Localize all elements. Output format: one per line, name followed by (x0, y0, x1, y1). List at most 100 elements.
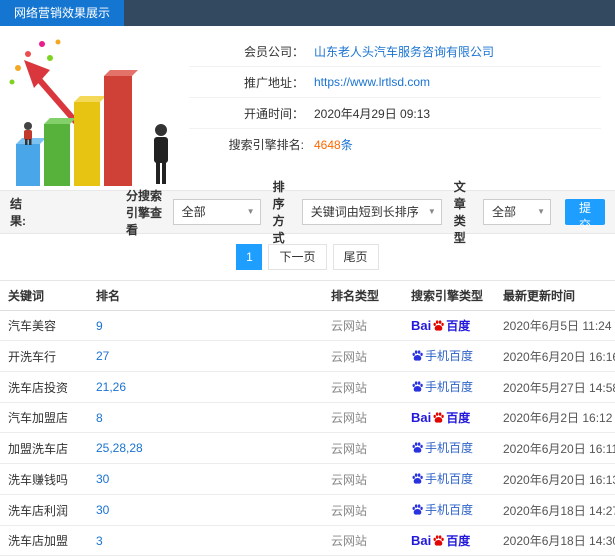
ranking-count-label: 搜索引擎排名: (228, 138, 304, 152)
engine-select[interactable]: 全部 ▼ (172, 199, 261, 225)
updated-cell: 2020年6月18日 14:30 (495, 525, 615, 556)
next-page-button[interactable]: 下一页 (268, 244, 327, 270)
mobile-baidu-label: 手机百度 (425, 503, 474, 517)
keyword-cell: 汽车加盟店 (0, 402, 88, 433)
rank-cell: 8 (88, 402, 323, 433)
info-section: 会员公司： 山东老人头汽车服务咨询有限公司 推广地址： https://www.… (0, 26, 615, 190)
baidu-logo-cn-text: 百度 (446, 534, 471, 548)
updated-cell: 2020年6月20日 16:13 (495, 463, 615, 495)
promotion-url-link[interactable]: https://www.lrtlsd.com (314, 75, 430, 89)
keyword-cell: 洗车赚钱吗 (0, 463, 88, 495)
table-row: 汽车美容 9 云网站 Bai 百度 2020年6月5日 11:24 (0, 310, 615, 341)
member-company-label: 会员公司： (243, 44, 304, 59)
chevron-down-icon: ▼ (427, 207, 436, 216)
updated-cell: 2020年6月20日 16:11 (495, 432, 615, 464)
baidu-logo-text: Bai (411, 318, 432, 333)
rank-link[interactable]: 25,28,28 (96, 441, 143, 455)
ranking-count-value: 4648条 (314, 136, 353, 153)
updated-cell: 2020年6月20日 16:16 (495, 340, 615, 372)
updated-cell: 2020年6月18日 14:27 (495, 494, 615, 526)
baidu-logo-cn-text: 百度 (446, 411, 471, 425)
engine-cell: 手机百度 (403, 371, 495, 403)
page-title: 网络营销效果展示 (0, 0, 125, 26)
rank-type-cell: 云网站 (323, 494, 403, 526)
ranking-count-number: 4648 (314, 138, 341, 152)
pagination: 1 下一页 尾页 (0, 234, 615, 280)
keyword-cell: 加盟洗车店 (0, 432, 88, 464)
keyword-cell: 汽车美容 (0, 310, 88, 341)
table-row: 加盟洗车店 25,28,28 云网站 手机百度 2020年6月20日 16:11 (0, 432, 615, 464)
ranking-count-row: 搜索引擎排名: 4648条 (189, 129, 601, 160)
table-row: 开洗车行 27 云网站 手机百度 2020年6月20日 16:16 (0, 340, 615, 372)
member-company-link[interactable]: 山东老人头汽车服务咨询有限公司 (314, 43, 494, 60)
baidu-mobile-logo: 手机百度 (411, 347, 473, 364)
rank-header: 排名 (88, 280, 323, 311)
engine-cell: Bai 百度 (403, 525, 495, 556)
updated-time-header: 最新更新时间 (495, 280, 615, 311)
rank-link[interactable]: 8 (96, 411, 103, 425)
rank-type-cell: 云网站 (323, 463, 403, 495)
promotion-url-row: 推广地址： https://www.lrtlsd.com (189, 67, 601, 98)
table-row: 洗车店加盟 3 云网站 Bai 百度 2020年6月18日 14:30 (0, 525, 615, 556)
engine-type-header: 搜索引擎类型 (403, 280, 495, 311)
baidu-mobile-logo: 手机百度 (411, 501, 473, 518)
baidu-mobile-logo: 手机百度 (411, 378, 473, 395)
rank-link[interactable]: 30 (96, 472, 109, 486)
rank-link[interactable]: 27 (96, 349, 109, 363)
chevron-down-icon: ▼ (537, 207, 545, 216)
marketing-chart-illustration (4, 30, 189, 188)
member-company-row: 会员公司： 山东老人头汽车服务咨询有限公司 (189, 36, 601, 67)
sort-filter-label: 排序方式 (272, 180, 285, 245)
rank-type-cell: 云网站 (323, 371, 403, 403)
rank-cell: 30 (88, 463, 323, 495)
baidu-mobile-logo: 手机百度 (411, 470, 473, 487)
last-page-button[interactable]: 尾页 (332, 244, 379, 270)
updated-cell: 2020年5月27日 14:58 (495, 371, 615, 403)
open-time-value: 2020年4月29日 09:13 (314, 106, 431, 121)
chevron-down-icon: ▼ (246, 207, 255, 216)
bar-chart-growth-icon (9, 39, 168, 186)
member-info-list: 会员公司： 山东老人头汽车服务咨询有限公司 推广地址： https://www.… (189, 30, 605, 188)
baidu-logo-text: Bai (411, 533, 432, 548)
rank-link[interactable]: 9 (96, 319, 103, 333)
mobile-baidu-paw-icon (412, 504, 423, 515)
rank-type-cell: 云网站 (323, 402, 403, 433)
mobile-baidu-label: 手机百度 (425, 380, 474, 394)
updated-cell: 2020年6月5日 11:24 (495, 310, 615, 341)
promotion-url-label: 推广地址： (243, 75, 304, 90)
mobile-baidu-paw-icon (412, 350, 423, 361)
submit-button[interactable]: 提交 (564, 199, 605, 232)
baidu-logo-text: Bai (411, 410, 432, 425)
table-row: 洗车店利润 30 云网站 手机百度 2020年6月18日 14:27 (0, 494, 615, 526)
mobile-baidu-label: 手机百度 (425, 441, 474, 455)
updated-cell: 2020年6月2日 16:12 (495, 402, 615, 433)
baidu-mobile-logo: 手机百度 (411, 439, 473, 456)
rank-type-cell: 云网站 (323, 525, 403, 556)
app-header: 网络营销效果展示 (0, 0, 615, 26)
engine-cell: Bai 百度 (403, 310, 495, 341)
baidu-paw-icon (433, 320, 444, 331)
sort-select[interactable]: 关键词由短到长排序 ▼ (301, 199, 442, 225)
article-type-select-value: 全部 (491, 205, 516, 219)
rank-link[interactable]: 30 (96, 503, 109, 517)
baidu-pc-logo: Bai 百度 (411, 317, 470, 334)
keyword-cell: 洗车店加盟 (0, 525, 88, 556)
baidu-pc-logo: Bai 百度 (411, 409, 470, 426)
mobile-baidu-paw-icon (412, 473, 423, 484)
keyword-header: 关键词 (0, 280, 88, 311)
rank-cell: 9 (88, 310, 323, 341)
rank-link[interactable]: 3 (96, 534, 103, 548)
sort-select-value: 关键词由短到长排序 (310, 205, 419, 219)
article-type-select[interactable]: 全部 ▼ (482, 199, 551, 225)
rank-link[interactable]: 21,26 (96, 380, 126, 394)
engine-filter-label: 分搜索引擎查看 (125, 188, 162, 237)
mobile-baidu-paw-icon (412, 442, 423, 453)
baidu-paw-icon (433, 412, 444, 423)
rank-cell: 30 (88, 494, 323, 526)
rank-cell: 25,28,28 (88, 432, 323, 464)
table-row: 洗车店投资 21,26 云网站 手机百度 2020年5月27日 14:58 (0, 371, 615, 403)
page-1-button[interactable]: 1 (236, 244, 263, 270)
engine-cell: Bai 百度 (403, 402, 495, 433)
results-section-label: 结果: (10, 197, 26, 228)
table-header-row: 关键词 排名 排名类型 搜索引擎类型 最新更新时间 (0, 280, 615, 311)
